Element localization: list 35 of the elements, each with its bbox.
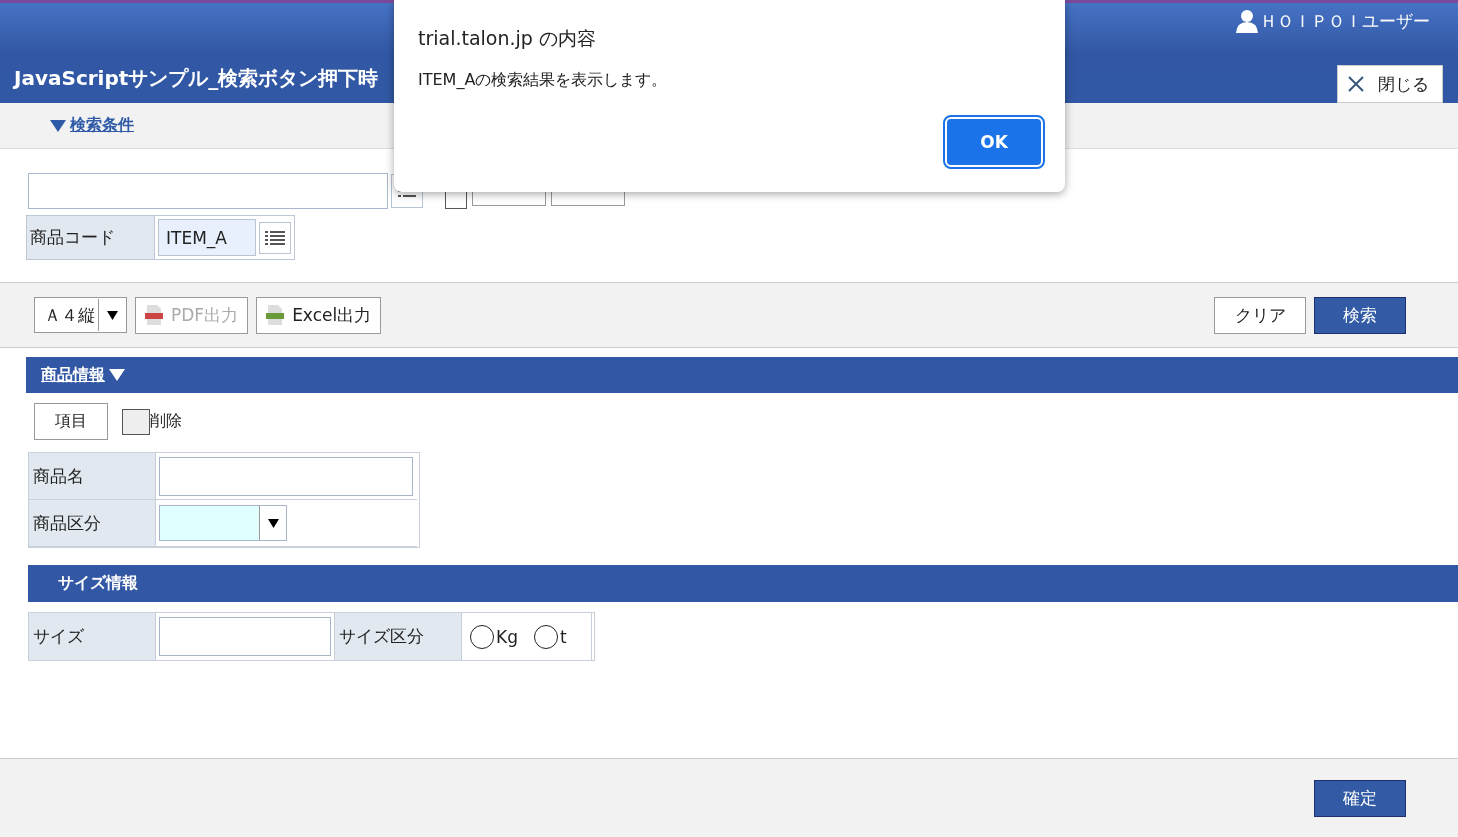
clear-button[interactable]: クリア	[1214, 296, 1306, 334]
list-button[interactable]	[259, 221, 291, 254]
ok-button[interactable]: OK	[945, 117, 1043, 167]
confirm-button[interactable]: 確定	[1314, 779, 1406, 817]
section-title: サイズ情報	[58, 573, 138, 594]
product-info-link[interactable]: 商品情報	[41, 364, 125, 386]
field-label: 商品コード	[27, 216, 155, 259]
page-title: JavaScriptサンプル_検索ボタン押下時	[14, 64, 379, 92]
user-icon	[1236, 9, 1258, 33]
items-button[interactable]: 項目	[34, 403, 108, 440]
list-icon	[265, 230, 285, 245]
product-category-select[interactable]	[159, 505, 287, 541]
pdf-file-icon	[145, 305, 163, 325]
paper-size-select[interactable]: Ａ４縦	[34, 297, 127, 333]
caret-icon	[106, 310, 118, 320]
excel-file-icon	[266, 305, 285, 325]
field-label: サイズ区分	[335, 613, 462, 660]
product-name-field[interactable]	[159, 456, 413, 496]
checkbox-label: 削除	[150, 411, 182, 432]
delete-checkbox[interactable]	[122, 408, 150, 435]
search-button[interactable]: 検索	[1314, 296, 1406, 334]
close-button[interactable]: 閉じる	[1337, 65, 1443, 103]
field-label: サイズ	[29, 613, 156, 660]
size-field[interactable]	[159, 617, 331, 656]
condition-name-field[interactable]	[28, 173, 388, 209]
user-name: ＨＯＩＰＯＩユーザー	[1260, 9, 1430, 33]
close-icon	[1348, 76, 1364, 92]
product-code-field[interactable]: ITEM_A	[158, 219, 256, 256]
search-conditions-link[interactable]: 検索条件	[50, 115, 134, 136]
excel-export-button[interactable]: Excel出力	[256, 296, 382, 334]
field-label: 商品名	[29, 453, 156, 500]
dialog-message: ITEM_Aの検索結果を表示します。	[418, 70, 668, 91]
field-label: 商品区分	[29, 500, 156, 547]
dialog-title: trial.talon.jp の内容	[418, 26, 596, 51]
caret-icon	[267, 518, 279, 528]
